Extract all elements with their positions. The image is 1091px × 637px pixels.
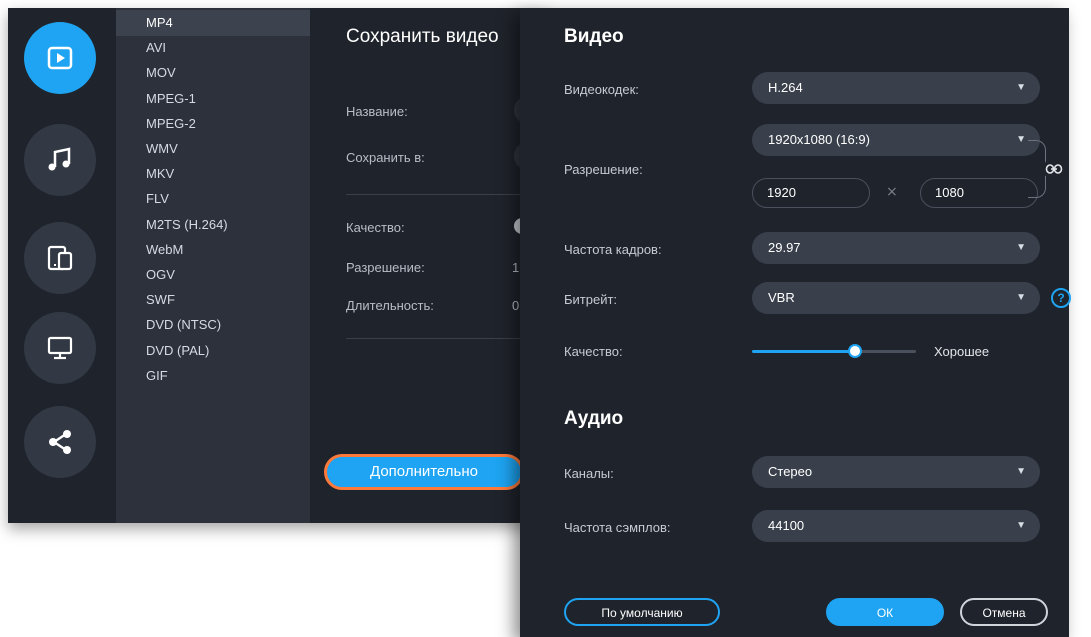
devices-icon <box>47 245 73 271</box>
chevron-down-icon: ▼ <box>1016 134 1026 145</box>
chevron-down-icon: ▼ <box>1016 520 1026 531</box>
save-video-panel: Сохранить видео Название: Сохранить в: К… <box>310 8 548 523</box>
codec-value: H.264 <box>768 80 803 95</box>
codec-select[interactable]: H.264 ▼ <box>752 72 1040 104</box>
channels-select[interactable]: Стерео ▼ <box>752 456 1040 488</box>
format-item[interactable]: SWF <box>116 287 310 313</box>
music-icon <box>48 147 71 171</box>
divider <box>346 194 546 195</box>
tv-category-button[interactable] <box>24 312 96 384</box>
video-icon <box>47 46 73 70</box>
format-item[interactable]: OGV <box>116 262 310 288</box>
save-to-label: Сохранить в: <box>346 150 425 165</box>
format-item[interactable]: GIF <box>116 363 310 389</box>
save-video-title: Сохранить видео <box>346 26 499 47</box>
share-category-button[interactable] <box>24 406 96 478</box>
quality-value: Хорошее <box>934 344 990 359</box>
resolution-value: 1920x1080 (16:9) <box>768 132 870 147</box>
format-item[interactable]: WMV <box>116 136 310 162</box>
quality-slider-track[interactable] <box>856 350 916 353</box>
advanced-button[interactable]: Дополнительно <box>324 454 524 490</box>
video-section-title: Видео <box>564 26 624 47</box>
quality-label: Качество: <box>564 344 623 359</box>
chevron-down-icon: ▼ <box>1016 292 1026 303</box>
video-category-button[interactable] <box>24 22 96 94</box>
format-item[interactable]: AVI <box>116 35 310 61</box>
bitrate-select[interactable]: VBR ▼ <box>752 282 1040 314</box>
link-aspect-button[interactable] <box>1043 158 1065 180</box>
link-icon <box>1045 164 1063 174</box>
bitrate-value: VBR <box>768 290 795 305</box>
ok-button[interactable]: ОК <box>826 598 944 626</box>
advanced-settings-dialog: Видео Видеокодек: H.264 ▼ Разрешение: 19… <box>520 8 1071 637</box>
quality-slider-fill <box>752 350 856 353</box>
category-rail <box>8 8 116 523</box>
height-input[interactable]: 1080 <box>920 178 1038 208</box>
format-item[interactable]: M2TS (H.264) <box>116 212 310 238</box>
quality-slider-thumb[interactable] <box>848 344 862 358</box>
format-item[interactable]: MP4 <box>116 10 310 36</box>
channels-label: Каналы: <box>564 466 614 481</box>
duration-label: Длительность: <box>346 298 434 313</box>
format-item[interactable]: WebM <box>116 237 310 263</box>
audio-section-title: Аудио <box>564 408 624 429</box>
times-sign: × <box>886 184 898 200</box>
samplerate-label: Частота сэмплов: <box>564 520 671 535</box>
default-button[interactable]: По умолчанию <box>564 598 720 626</box>
framerate-value: 29.97 <box>768 240 801 255</box>
audio-category-button[interactable] <box>24 124 96 196</box>
framerate-label: Частота кадров: <box>564 242 662 257</box>
format-item[interactable]: MOV <box>116 60 310 86</box>
format-list: MP4 AVI MOV MPEG-1 MPEG-2 WMV MKV FLV M2TS (H.26… <box>116 8 310 523</box>
chevron-down-icon: ▼ <box>1016 242 1026 253</box>
monitor-icon <box>47 336 73 360</box>
export-window: MP4 AVI MOV MPEG-1 MPEG-2 WMV MKV FLV M2TS (H.26… <box>8 8 548 523</box>
format-item[interactable]: MPEG-2 <box>116 111 310 137</box>
chevron-down-icon: ▼ <box>1016 466 1026 477</box>
resolution-label: Разрешение: <box>346 260 425 275</box>
codec-label: Видеокодек: <box>564 82 639 97</box>
resolution-select[interactable]: 1920x1080 (16:9) ▼ <box>752 124 1040 156</box>
devices-category-button[interactable] <box>24 222 96 294</box>
chevron-down-icon: ▼ <box>1016 82 1026 93</box>
format-item[interactable]: MKV <box>116 161 310 187</box>
format-item[interactable]: DVD (NTSC) <box>116 312 310 338</box>
format-item[interactable]: DVD (PAL) <box>116 338 310 364</box>
divider <box>346 338 546 339</box>
name-label: Название: <box>346 104 408 119</box>
format-item[interactable]: MPEG-1 <box>116 86 310 112</box>
width-input[interactable]: 1920 <box>752 178 870 208</box>
framerate-select[interactable]: 29.97 ▼ <box>752 232 1040 264</box>
resolution-value: 1 <box>512 260 520 275</box>
format-item[interactable]: FLV <box>116 186 310 212</box>
samplerate-select[interactable]: 44100 ▼ <box>752 510 1040 542</box>
resolution-label: Разрешение: <box>564 162 643 177</box>
samplerate-value: 44100 <box>768 518 805 533</box>
help-icon[interactable]: ? <box>1051 288 1071 308</box>
channels-value: Стерео <box>768 464 813 479</box>
duration-value: 0 <box>512 298 520 313</box>
bitrate-label: Битрейт: <box>564 292 618 307</box>
share-icon <box>49 430 71 454</box>
cancel-button[interactable]: Отмена <box>960 598 1048 626</box>
quality-label: Качество: <box>346 220 405 235</box>
